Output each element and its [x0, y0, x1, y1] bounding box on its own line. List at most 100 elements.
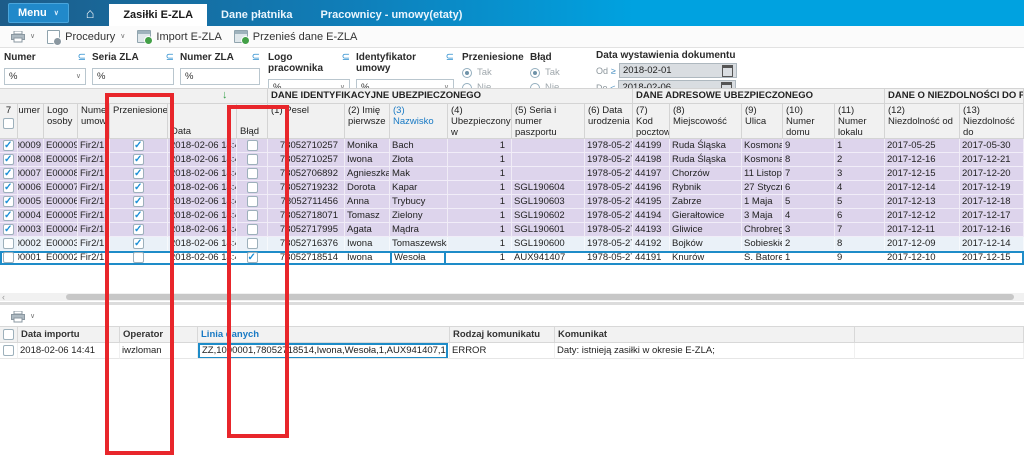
grid-cell-ulica[interactable]: Kosmonał	[742, 139, 783, 153]
column-header-lokal[interactable]: (11) Numer lokalu	[835, 104, 885, 139]
grid-cell-miejscowosc[interactable]: Ruda Śląska	[670, 153, 742, 167]
grid-cell-umowa[interactable]: Fir2/1	[78, 181, 110, 195]
przeniesione-checkbox[interactable]	[133, 223, 144, 236]
grid-cell-miejscowosc[interactable]: Ruda Śląska	[670, 139, 742, 153]
grid-cell-data[interactable]: 2018-02-06 14:41	[168, 223, 237, 237]
message-row[interactable]: 2018-02-06 14:41 iwzloman ZZ,1000001,78052…	[0, 343, 1024, 359]
grid-cell-urodzenia[interactable]: 1978-05-27	[585, 153, 633, 167]
column-header-importu[interactable]: Data importu	[18, 326, 120, 343]
grid-cell-lokal[interactable]: 3	[835, 167, 885, 181]
row-select-checkbox[interactable]	[3, 181, 14, 194]
grid-cell-kod[interactable]: 44194	[633, 209, 670, 223]
row-select-checkbox[interactable]	[3, 153, 14, 166]
grid-cell-ubezp[interactable]: 1	[448, 251, 512, 265]
column-header-komunikat[interactable]: Komunikat	[555, 326, 855, 343]
grid-cell-blad[interactable]	[237, 139, 268, 153]
grid-cell-od[interactable]: 2017-12-10	[885, 251, 960, 265]
grid-cell-urodzenia[interactable]: 1978-05-27	[585, 195, 633, 209]
focused-cell[interactable]: Wesoła	[390, 251, 446, 265]
grid-cell-imie[interactable]: Anna	[345, 195, 390, 209]
column-header-blad[interactable]: Błąd	[237, 104, 268, 139]
row-select-checkbox[interactable]	[3, 167, 14, 180]
tab-dane-platnika[interactable]: Dane płatnika	[207, 4, 307, 26]
grid-cell-imie[interactable]: Tomasz	[345, 209, 390, 223]
grid-cell-nazwisko[interactable]: Tomaszewska	[390, 237, 448, 251]
subset-operator-icon[interactable]: ⊆	[446, 52, 454, 74]
blad-checkbox[interactable]	[246, 223, 258, 235]
row-select-checkbox[interactable]	[3, 223, 14, 236]
date-from-input[interactable]: 2018-02-01	[618, 63, 737, 78]
grid-cell-umowa[interactable]: Fir2/1	[78, 237, 110, 251]
grid-cell-przeniesione[interactable]	[110, 251, 168, 265]
message-cell-importu[interactable]: 2018-02-06 14:41	[18, 343, 120, 359]
grid-cell-dom[interactable]: 5	[783, 195, 835, 209]
column-header-numer[interactable]: Numer	[18, 104, 44, 139]
grid-cell-ubezp[interactable]: 1	[448, 195, 512, 209]
przeniesione-checkbox[interactable]	[133, 139, 144, 152]
grid-cell-lokal[interactable]: 1	[835, 139, 885, 153]
grid-cell-urodzenia[interactable]: 1978-05-27	[585, 139, 633, 153]
blad-checkbox[interactable]	[246, 181, 258, 193]
grid-cell-logo[interactable]: E00003	[44, 237, 78, 251]
column-header-data[interactable]: Data	[168, 104, 237, 139]
grid-cell-logo[interactable]: E00008	[44, 167, 78, 181]
grid-cell-dom[interactable]: 8	[783, 153, 835, 167]
message-cell-sel[interactable]	[0, 343, 18, 359]
grid-cell-paszport[interactable]: SGL190601	[512, 223, 585, 237]
grid-cell-blad[interactable]	[237, 251, 268, 265]
tab-zasilki-e-zla[interactable]: Zasiłki E-ZLA	[109, 4, 208, 26]
grid-cell-dom[interactable]: 6	[783, 181, 835, 195]
grid-cell-blad[interactable]	[237, 167, 268, 181]
grid-row[interactable]: 1000009 E00009Fir2/1 2018-02-06 14:41 78052…	[0, 139, 1024, 153]
filter-numer-input[interactable]: % ∨	[4, 68, 86, 85]
message-cell-operator[interactable]: iwzloman	[120, 343, 172, 359]
column-header-pesel[interactable]: (1) Pesel	[268, 104, 345, 139]
column-header-do[interactable]: (13) Niezdolność do	[960, 104, 1024, 139]
grid-cell-paszport[interactable]: SGL190604	[512, 181, 585, 195]
grid-cell-ubezp[interactable]: 1	[448, 181, 512, 195]
grid-cell-imie[interactable]: Iwona	[345, 251, 390, 265]
grid-cell-przeniesione[interactable]	[110, 195, 168, 209]
column-header-nazwisko[interactable]: (3) Nazwisko	[390, 104, 448, 139]
grid-cell-ubezp[interactable]: 1	[448, 237, 512, 251]
grid-cell-data[interactable]: 2018-02-06 14:41	[168, 167, 237, 181]
grid-cell-kod[interactable]: 44191	[633, 251, 670, 265]
grid-cell-kod[interactable]: 44195	[633, 195, 670, 209]
blad-checkbox[interactable]	[246, 209, 258, 221]
grid-cell-blad[interactable]	[237, 209, 268, 223]
grid-row[interactable]: 1000006 E00007Fir2/1 2018-02-06 14:41 78052…	[0, 181, 1024, 195]
grid-cell-logo[interactable]: E00009	[44, 153, 78, 167]
grid-cell-nazwisko[interactable]: Bach	[390, 139, 448, 153]
grid-cell-kod[interactable]: 44197	[633, 167, 670, 181]
column-header-operator[interactable]: Operator	[120, 326, 172, 343]
grid-row[interactable]: 1000004 E00005Fir2/1 2018-02-06 14:41 78052…	[0, 209, 1024, 223]
grid-cell-przeniesione[interactable]	[110, 237, 168, 251]
grid-cell-numer[interactable]: 1000003	[18, 223, 44, 237]
grid-cell-do[interactable]: 2017-12-21	[960, 153, 1024, 167]
grid-cell-ulica[interactable]: Kosmonał	[742, 153, 783, 167]
grid-cell-umowa[interactable]: Fir2/1	[78, 223, 110, 237]
grid-cell-paszport[interactable]: SGL190603	[512, 195, 585, 209]
grid-cell-paszport[interactable]	[512, 139, 585, 153]
grid-cell-umowa[interactable]: Fir2/1	[78, 251, 110, 265]
grid-cell-dom[interactable]: 4	[783, 209, 835, 223]
grid-cell-logo[interactable]: E00009	[44, 139, 78, 153]
column-header-rodzaj[interactable]: Rodzaj komunikatu	[450, 326, 555, 343]
grid-cell-od[interactable]: 2017-12-09	[885, 237, 960, 251]
przeniesione-checkbox[interactable]	[133, 251, 144, 263]
przeniesione-checkbox[interactable]	[133, 153, 144, 166]
subset-operator-icon[interactable]: ⊆	[252, 52, 260, 63]
grid-cell-nazwisko[interactable]: Wesoła	[390, 251, 448, 265]
grid-cell-sel[interactable]	[0, 209, 18, 223]
grid-cell-lokal[interactable]: 6	[835, 209, 885, 223]
column-header-select[interactable]: 7	[0, 104, 18, 139]
grid-cell-imie[interactable]: Iwona	[345, 153, 390, 167]
przeniesione-checkbox[interactable]	[133, 209, 144, 222]
grid-cell-ulica[interactable]: Sobieskieg	[742, 237, 783, 251]
grid-cell-blad[interactable]	[237, 195, 268, 209]
grid-cell-pesel[interactable]: 78052719232	[268, 181, 345, 195]
filter-numer-zla-input[interactable]: %	[180, 68, 260, 85]
grid-cell-data[interactable]: 2018-02-06 14:41	[168, 139, 237, 153]
grid-cell-miejscowosc[interactable]: Chorzów	[670, 167, 742, 181]
row-select-checkbox[interactable]	[3, 209, 14, 222]
